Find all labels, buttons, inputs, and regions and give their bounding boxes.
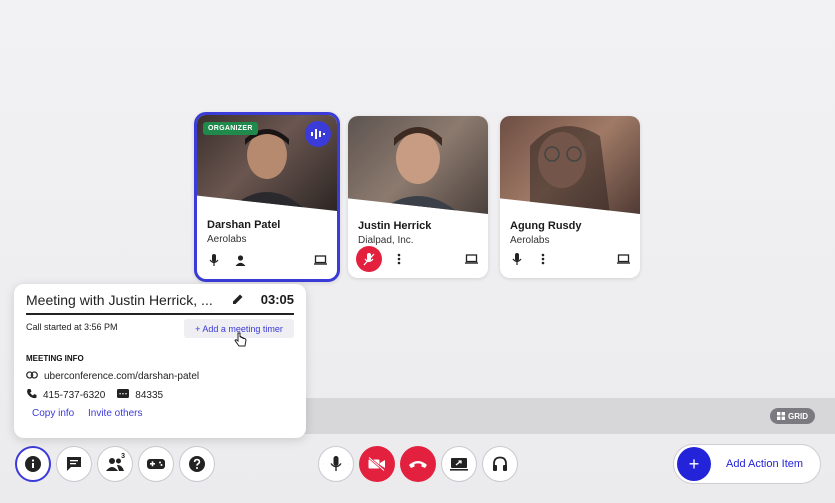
headphones-icon [493, 456, 507, 471]
participant-video [500, 116, 640, 214]
meeting-url-row: uberconference.com/darshan-patel [26, 371, 199, 382]
hang-up-button[interactable] [400, 446, 436, 482]
copy-info-link[interactable]: Copy info [32, 408, 74, 419]
participant-video [348, 116, 488, 214]
microphone-icon[interactable] [508, 250, 526, 268]
grid-label: GRID [788, 411, 808, 421]
hang-up-icon [409, 461, 427, 468]
video-off-icon [368, 457, 385, 471]
meeting-info-button[interactable] [15, 446, 51, 482]
add-action-item-label: Add Action Item [726, 458, 804, 470]
call-started-text: Call started at 3:56 PM [26, 322, 118, 332]
phone-icon [26, 388, 37, 402]
apps-button[interactable] [138, 446, 174, 482]
pin-icon: ••• [117, 389, 130, 401]
grid-view-button[interactable]: GRID [770, 408, 815, 424]
link-icon [26, 371, 38, 382]
participant-name: Agung Rusdy [510, 220, 582, 232]
screen-share-icon [450, 458, 468, 471]
participant-name: Darshan Patel [207, 219, 281, 231]
participant-card-darshan-patel[interactable]: ORGANIZER Darshan Patel Aerolabs [194, 112, 340, 282]
more-options-icon[interactable] [534, 250, 552, 268]
add-action-item-button[interactable]: + Add Action Item [673, 444, 821, 484]
share-screen-button[interactable] [441, 446, 477, 482]
microphone-icon[interactable] [205, 251, 223, 269]
hand-cursor-icon [234, 332, 247, 347]
speaking-indicator-icon [305, 121, 331, 147]
info-icon [25, 456, 41, 472]
microphone-icon [330, 456, 342, 471]
screen-share-icon[interactable] [311, 251, 329, 269]
meeting-title: Meeting with Justin Herrick, ... [26, 292, 213, 308]
edit-pencil-icon[interactable] [232, 292, 244, 310]
dial-in-phone: 415-737-6320 [43, 389, 106, 401]
chat-icon [67, 457, 81, 471]
participant-org: Aerolabs [207, 234, 247, 245]
person-icon[interactable] [231, 251, 249, 269]
meeting-info-popover: Meeting with Justin Herrick, ... 03:05 C… [14, 284, 306, 438]
video-off-button[interactable] [359, 446, 395, 482]
layout-strip: GRID [300, 398, 835, 434]
chat-button[interactable] [56, 446, 92, 482]
audio-settings-button[interactable] [482, 446, 518, 482]
microphone-button[interactable] [318, 446, 354, 482]
participant-name: Justin Herrick [358, 220, 432, 232]
help-button[interactable] [179, 446, 215, 482]
invite-others-link[interactable]: Invite others [88, 408, 142, 419]
screen-share-icon[interactable] [462, 250, 480, 268]
meeting-elapsed-time: 03:05 [260, 292, 294, 307]
participant-card-justin-herrick[interactable]: Justin Herrick Dialpad, Inc. [348, 116, 488, 278]
svg-text:•••: ••• [119, 392, 128, 398]
title-divider [26, 313, 294, 315]
participant-org: Aerolabs [510, 235, 550, 246]
screen-share-icon[interactable] [614, 250, 632, 268]
participant-photo-icon [530, 126, 610, 214]
more-options-icon[interactable] [390, 250, 408, 268]
grid-icon [777, 412, 785, 420]
dial-in-pin: 84335 [135, 389, 164, 401]
participants-button[interactable]: 3 [97, 446, 133, 482]
meeting-info-heading: MEETING INFO [26, 354, 84, 363]
participant-photo-icon [376, 127, 460, 214]
gamepad-icon [147, 459, 165, 469]
participant-count: 3 [121, 453, 125, 460]
meeting-url-slug: darshan-patel [137, 371, 200, 382]
muted-microphone-icon[interactable] [356, 246, 382, 272]
help-icon [189, 456, 205, 472]
organizer-badge: ORGANIZER [203, 122, 258, 135]
dial-in-row: 415-737-6320 ••• 84335 [26, 388, 163, 402]
plus-icon: + [677, 447, 711, 481]
meeting-url-prefix: uberconference.com/ [44, 371, 138, 382]
participant-card-agung-rusdy[interactable]: Agung Rusdy Aerolabs [500, 116, 640, 278]
participant-org: Dialpad, Inc. [358, 235, 414, 246]
